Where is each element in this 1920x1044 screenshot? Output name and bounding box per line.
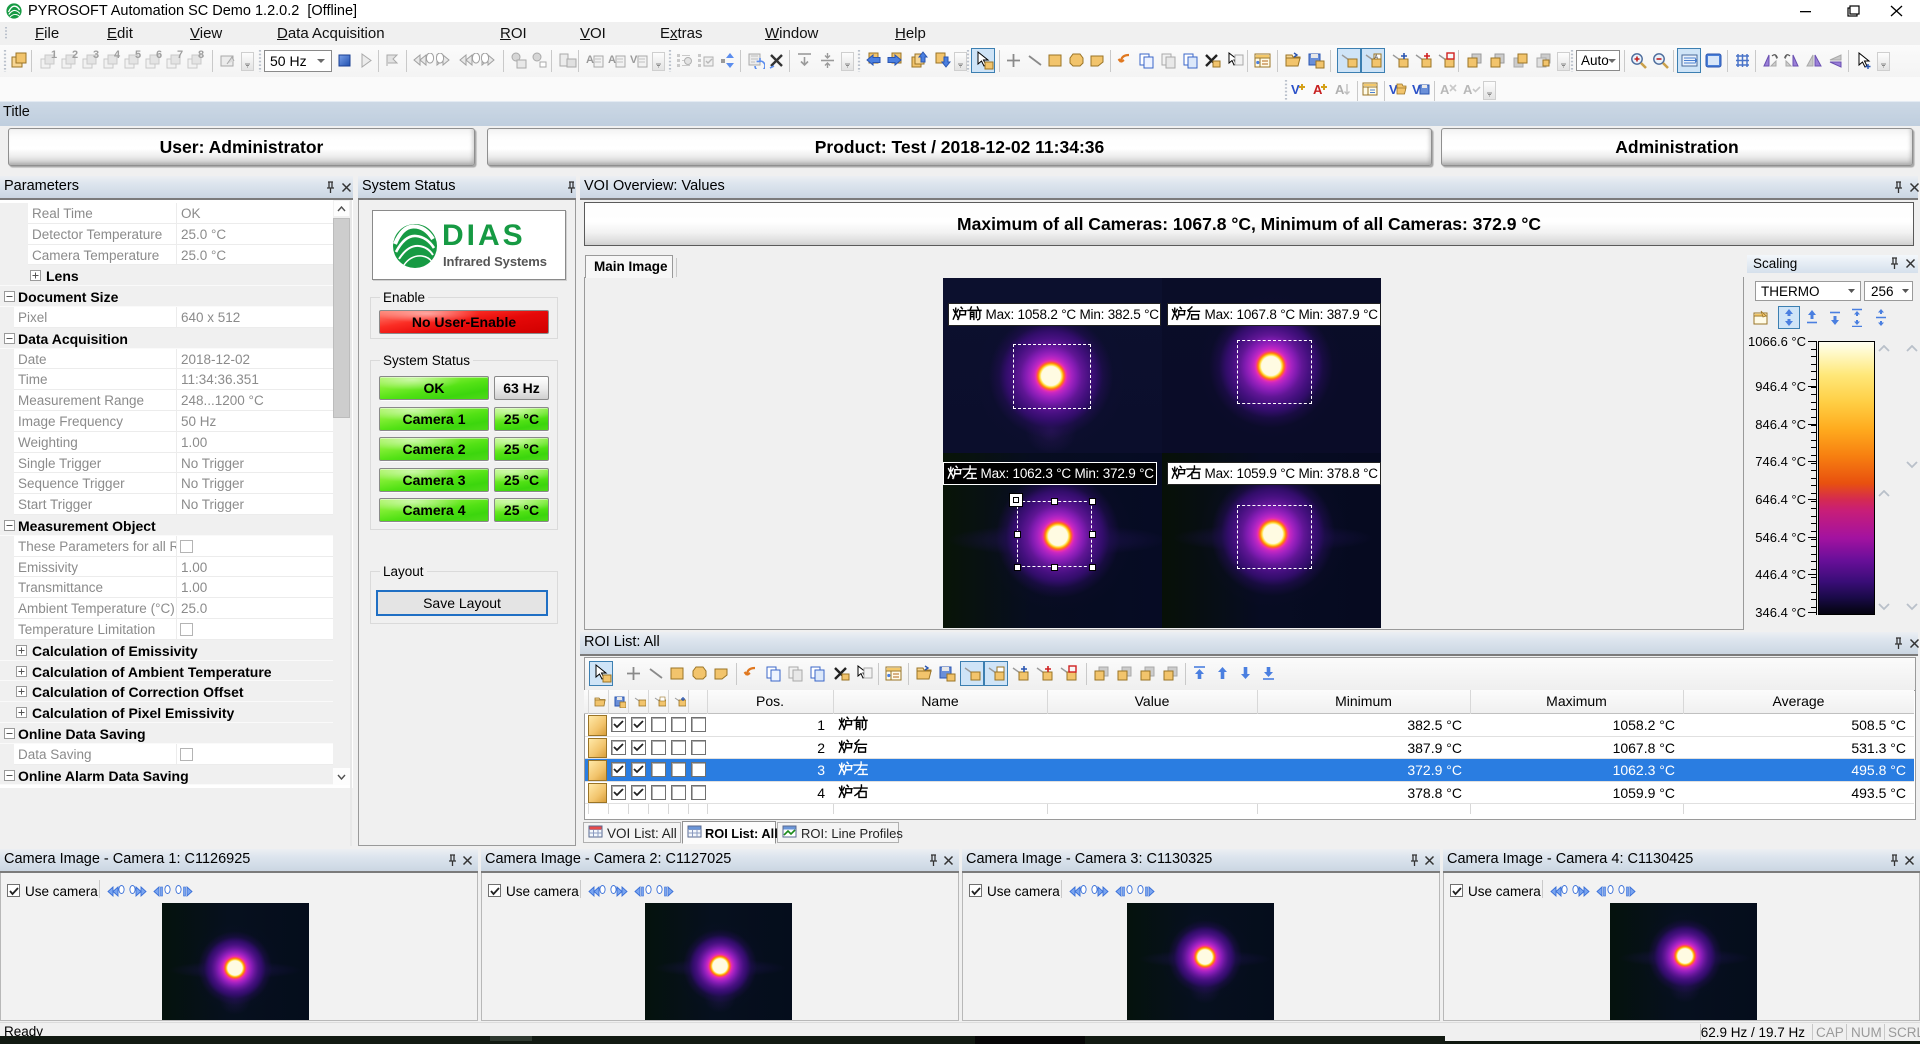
svg-text:A: A [608,54,616,66]
svg-text:V: V [1291,82,1300,97]
svg-text:A: A [1463,82,1473,97]
svg-text:A: A [1440,82,1450,97]
svg-text:A: A [1335,82,1345,97]
svg-text:A: A [1313,82,1323,97]
svg-text:V: V [630,54,638,66]
svg-text:A: A [586,54,594,66]
